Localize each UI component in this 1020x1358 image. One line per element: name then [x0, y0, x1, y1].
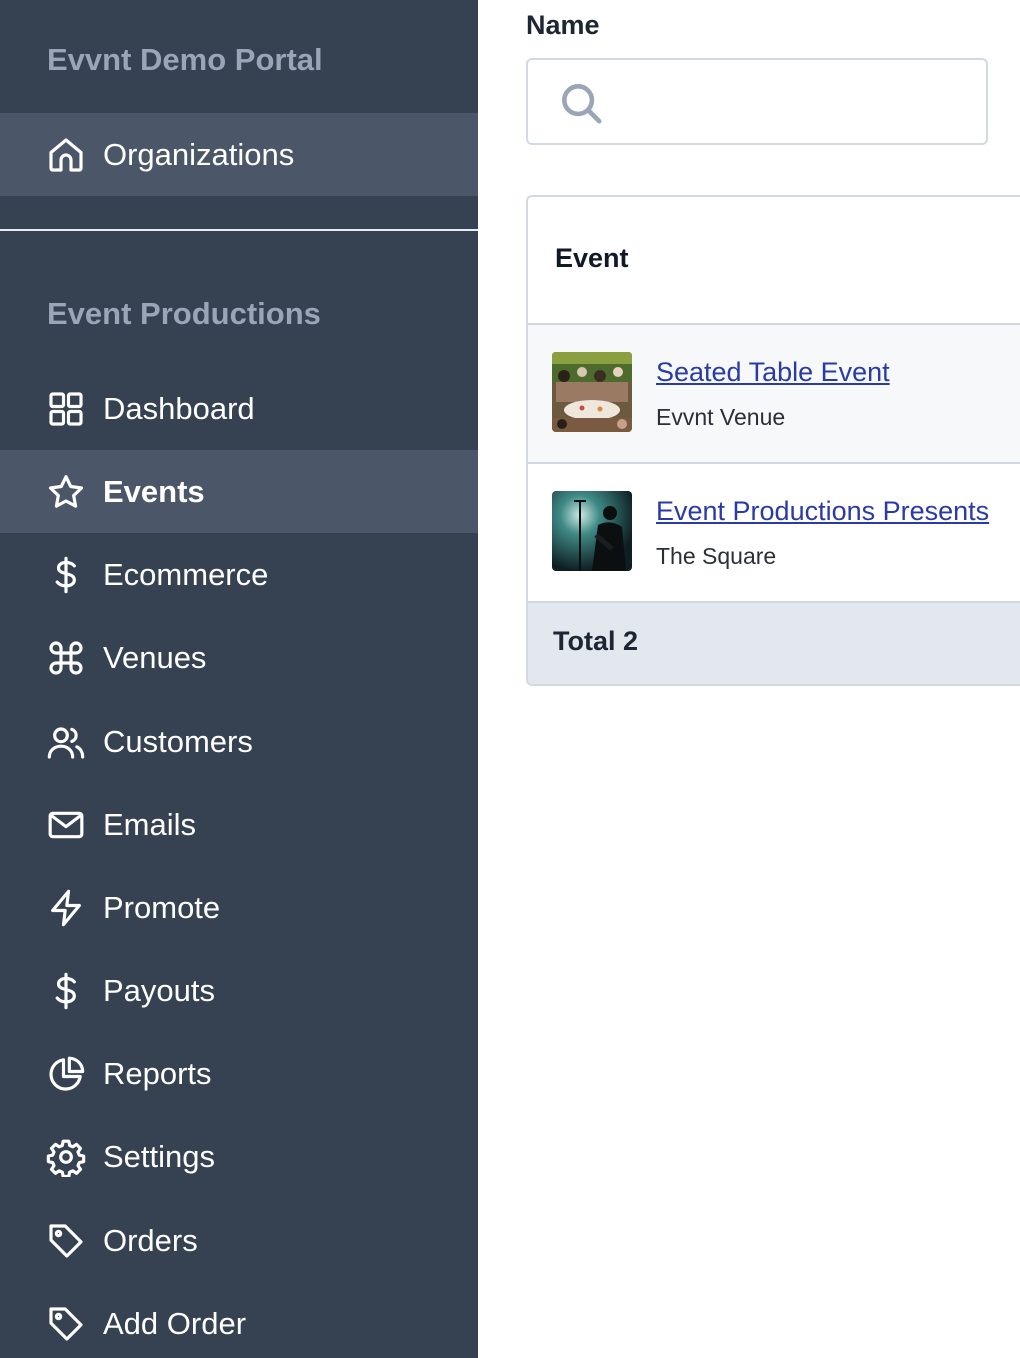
sidebar-item-label: Add Order: [103, 1305, 247, 1341]
table-row: Event Productions Presents The Square: [528, 464, 1020, 603]
total-count: Total 2: [553, 626, 639, 656]
sidebar-item-payouts[interactable]: Payouts: [0, 949, 478, 1032]
events-table: Event Seated Table Event Evvnt Venue Eve…: [526, 195, 1020, 686]
sidebar-item-label: Organizations: [103, 136, 295, 172]
sidebar-item-label: Customers: [103, 723, 253, 759]
table-row: Seated Table Event Evvnt Venue: [528, 325, 1020, 464]
grid-icon: [45, 388, 87, 430]
column-header-event: Event: [555, 243, 629, 273]
main-content: Name Event Seated Table Event Evvnt Venu…: [478, 0, 1020, 1358]
gear-icon: [45, 1136, 87, 1178]
search-icon: [562, 84, 602, 124]
sidebar-item-promote[interactable]: Promote: [0, 866, 478, 949]
lightning-icon: [45, 887, 87, 929]
banquet-photo: [552, 352, 632, 432]
event-thumbnail[interactable]: [552, 491, 632, 571]
portal-title: Evvnt Demo Portal: [47, 42, 323, 77]
table-header: Event: [528, 197, 1020, 325]
sidebar-item-emails[interactable]: Emails: [0, 783, 478, 866]
sidebar-item-label: Emails: [103, 806, 197, 842]
sidebar-item-label: Events: [103, 473, 205, 509]
app: Evvnt Demo Portal Organizations Event Pr…: [0, 0, 1020, 1358]
concert-photo: [552, 491, 632, 571]
sidebar-item-customers[interactable]: Customers: [0, 700, 478, 783]
sidebar-item-label: Promote: [103, 889, 221, 925]
pie-chart-icon: [45, 1053, 87, 1095]
event-thumbnail[interactable]: [552, 352, 632, 432]
star-icon: [45, 471, 87, 513]
sidebar-item-label: Orders: [103, 1222, 198, 1258]
dollar-icon: [45, 970, 87, 1012]
sidebar-item-organizations[interactable]: Organizations: [0, 113, 478, 196]
sidebar-item-dashboard[interactable]: Dashboard: [0, 367, 478, 450]
users-icon: [45, 721, 87, 763]
sidebar-item-events[interactable]: Events: [0, 450, 478, 533]
event-title-link[interactable]: Seated Table Event: [656, 357, 890, 388]
event-venue: Evvnt Venue: [656, 404, 786, 430]
sidebar-item-label: Payouts: [103, 972, 216, 1008]
sidebar-item-add-order[interactable]: Add Order: [0, 1282, 478, 1358]
mail-icon: [45, 804, 87, 846]
sidebar-item-orders[interactable]: Orders: [0, 1199, 478, 1282]
sidebar-item-ecommerce[interactable]: Ecommerce: [0, 533, 478, 616]
tag-icon: [45, 1303, 87, 1345]
sidebar-item-label: Reports: [103, 1055, 212, 1091]
sidebar-item-settings[interactable]: Settings: [0, 1115, 478, 1198]
sidebar-item-label: Ecommerce: [103, 556, 269, 592]
sidebar-divider: [0, 229, 478, 231]
sidebar-item-label: Venues: [103, 639, 207, 675]
tag-icon: [45, 1220, 87, 1262]
event-venue: The Square: [656, 543, 777, 569]
sidebar: Evvnt Demo Portal Organizations Event Pr…: [0, 0, 478, 1358]
search-input[interactable]: [620, 70, 974, 136]
home-icon: [45, 134, 87, 176]
table-footer: Total 2: [528, 603, 1020, 684]
sidebar-item-label: Settings: [103, 1138, 216, 1174]
section-title: Event Productions: [47, 296, 321, 331]
sidebar-item-label: Dashboard: [103, 390, 255, 426]
sidebar-item-reports[interactable]: Reports: [0, 1032, 478, 1115]
name-filter-label: Name: [526, 10, 600, 40]
dollar-icon: [45, 554, 87, 596]
command-icon: [45, 637, 87, 679]
search-field[interactable]: [526, 58, 988, 145]
event-title-link[interactable]: Event Productions Presents: [656, 496, 989, 527]
sidebar-item-venues[interactable]: Venues: [0, 616, 478, 699]
